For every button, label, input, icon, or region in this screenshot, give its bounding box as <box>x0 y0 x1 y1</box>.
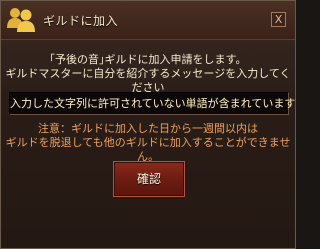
guild-join-dialog: ギルドに加入 X ｢予後の音｣ギルドに加入申請をします。 ギルドマスターに自分を… <box>0 0 296 249</box>
guild-members-icon <box>5 4 37 34</box>
caution-line-2: ギルドを脱退しても他のギルドに加入することができません。 <box>5 136 291 163</box>
close-button[interactable]: X <box>271 12 286 27</box>
join-request-message: ｢予後の音｣ギルドに加入申請をします。 ギルドマスターに自分を紹介するメッセージ… <box>1 53 295 95</box>
confirm-button[interactable]: 確認 <box>113 161 185 197</box>
dialog-title: ギルドに加入 <box>43 14 119 28</box>
message-line-1: ｢予後の音｣ギルドに加入申請をします。 <box>49 53 247 66</box>
caution-text: 注意：ギルドに加入した日から一週間以内は ギルドを脱退しても他のギルドに加入する… <box>1 122 295 164</box>
message-line-2: ギルドマスターに自分を紹介するメッセージを入力してください <box>5 67 291 94</box>
title-bar[interactable]: ギルドに加入 X <box>1 1 295 40</box>
caution-line-1: 注意：ギルドに加入した日から一週間以内は <box>38 122 258 135</box>
message-input-field[interactable]: 入力した文字列に許可されていない単語が含まれています <box>9 92 295 115</box>
